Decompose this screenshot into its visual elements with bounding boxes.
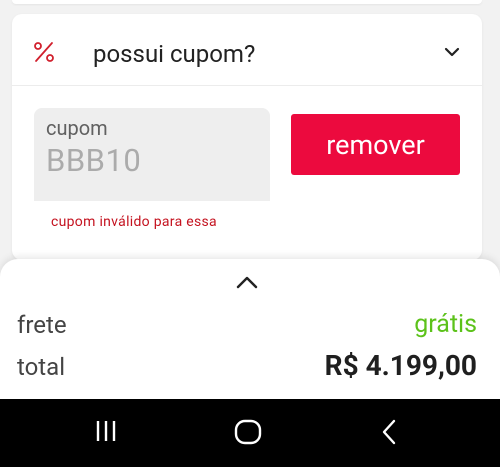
chevron-up-icon[interactable] [236,275,258,289]
total-value: R$ 4.199,00 [324,349,477,382]
recent-apps-icon[interactable] [94,419,118,443]
coupon-input-label: cupom [46,116,108,140]
shipping-value: grátis [414,310,477,339]
coupon-error-message: cupom inválido para essa [51,214,217,230]
total-label: total [17,353,66,381]
percent-icon [34,42,54,62]
shipping-label: frete [17,311,67,339]
back-icon[interactable] [380,419,398,445]
coupon-card: possui cupom? cupom BBB10 remover cupom … [12,14,482,260]
order-summary-panel: frete grátis total R$ 4.199,00 [0,259,500,401]
previous-card-edge [12,0,482,4]
coupon-input-value[interactable]: BBB10 [46,142,141,179]
remove-coupon-button[interactable]: remover [291,114,460,175]
coupon-toggle[interactable]: possui cupom? [12,14,482,86]
coupon-title: possui cupom? [93,40,256,68]
coupon-input[interactable]: cupom BBB10 [34,108,270,201]
system-navigation-bar [0,399,500,467]
chevron-down-icon[interactable] [444,46,460,58]
home-icon[interactable] [234,419,262,445]
